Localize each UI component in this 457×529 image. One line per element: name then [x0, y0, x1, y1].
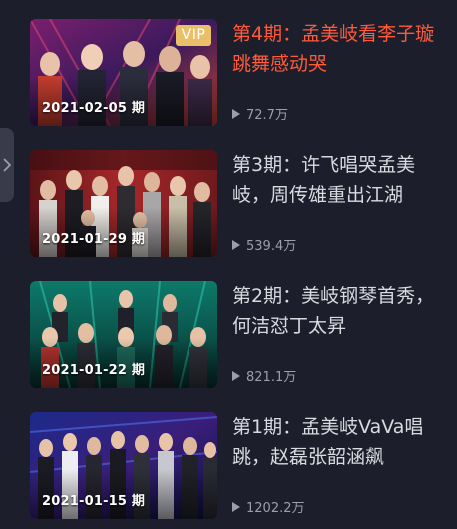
sidebar-toggle[interactable] [0, 128, 14, 202]
play-count-value: 539.4万 [246, 239, 297, 254]
play-icon [232, 108, 240, 119]
episode-list-panel: VIP 2021-02-05 期 第4期：孟美岐看李子璇跳舞感动哭 72.7万 [0, 0, 457, 529]
episode-date: 2021-01-15 期 [42, 494, 146, 509]
episode-card-1[interactable]: 2021-01-15 期 第1期：孟美岐VaVa唱跳，赵磊张韶涵飙 1202.2… [30, 412, 450, 519]
chevron-right-icon [3, 158, 11, 172]
episode-date: 2021-02-05 期 [42, 101, 146, 116]
episode-play-count: 539.4万 [232, 235, 296, 254]
episode-card-2[interactable]: 2021-01-22 期 第2期：美岐钢琴首秀，何洁怼丁太昇 821.1万 [30, 281, 450, 388]
episode-play-count: 72.7万 [232, 104, 288, 123]
vip-badge: VIP [176, 25, 211, 46]
play-count-value: 1202.2万 [246, 501, 305, 516]
episode-title[interactable]: 第2期：美岐钢琴首秀，何洁怼丁太昇 [232, 281, 448, 341]
episode-card-3[interactable]: 2021-01-29 期 第3期：许飞唱哭孟美岐，周传雄重出江湖 539.4万 [30, 150, 450, 257]
episode-thumbnail[interactable]: 2021-01-15 期 [30, 412, 217, 519]
episode-title[interactable]: 第4期：孟美岐看李子璇跳舞感动哭 [232, 19, 448, 79]
play-icon [232, 239, 240, 250]
episode-date: 2021-01-29 期 [42, 232, 146, 247]
play-icon [232, 501, 240, 512]
episode-title[interactable]: 第1期：孟美岐VaVa唱跳，赵磊张韶涵飙 [232, 412, 448, 472]
play-count-value: 72.7万 [246, 108, 288, 123]
play-count-value: 821.1万 [246, 370, 297, 385]
episode-play-count: 1202.2万 [232, 497, 305, 516]
episode-date: 2021-01-22 期 [42, 363, 146, 378]
episode-list: VIP 2021-02-05 期 第4期：孟美岐看李子璇跳舞感动哭 72.7万 [30, 19, 450, 529]
episode-thumbnail[interactable]: 2021-01-29 期 [30, 150, 217, 257]
play-icon [232, 370, 240, 381]
episode-thumbnail[interactable]: 2021-01-22 期 [30, 281, 217, 388]
episode-play-count: 821.1万 [232, 366, 296, 385]
episode-thumbnail[interactable]: VIP 2021-02-05 期 [30, 19, 217, 126]
episode-title[interactable]: 第3期：许飞唱哭孟美岐，周传雄重出江湖 [232, 150, 448, 210]
episode-card-4[interactable]: VIP 2021-02-05 期 第4期：孟美岐看李子璇跳舞感动哭 72.7万 [30, 19, 450, 126]
